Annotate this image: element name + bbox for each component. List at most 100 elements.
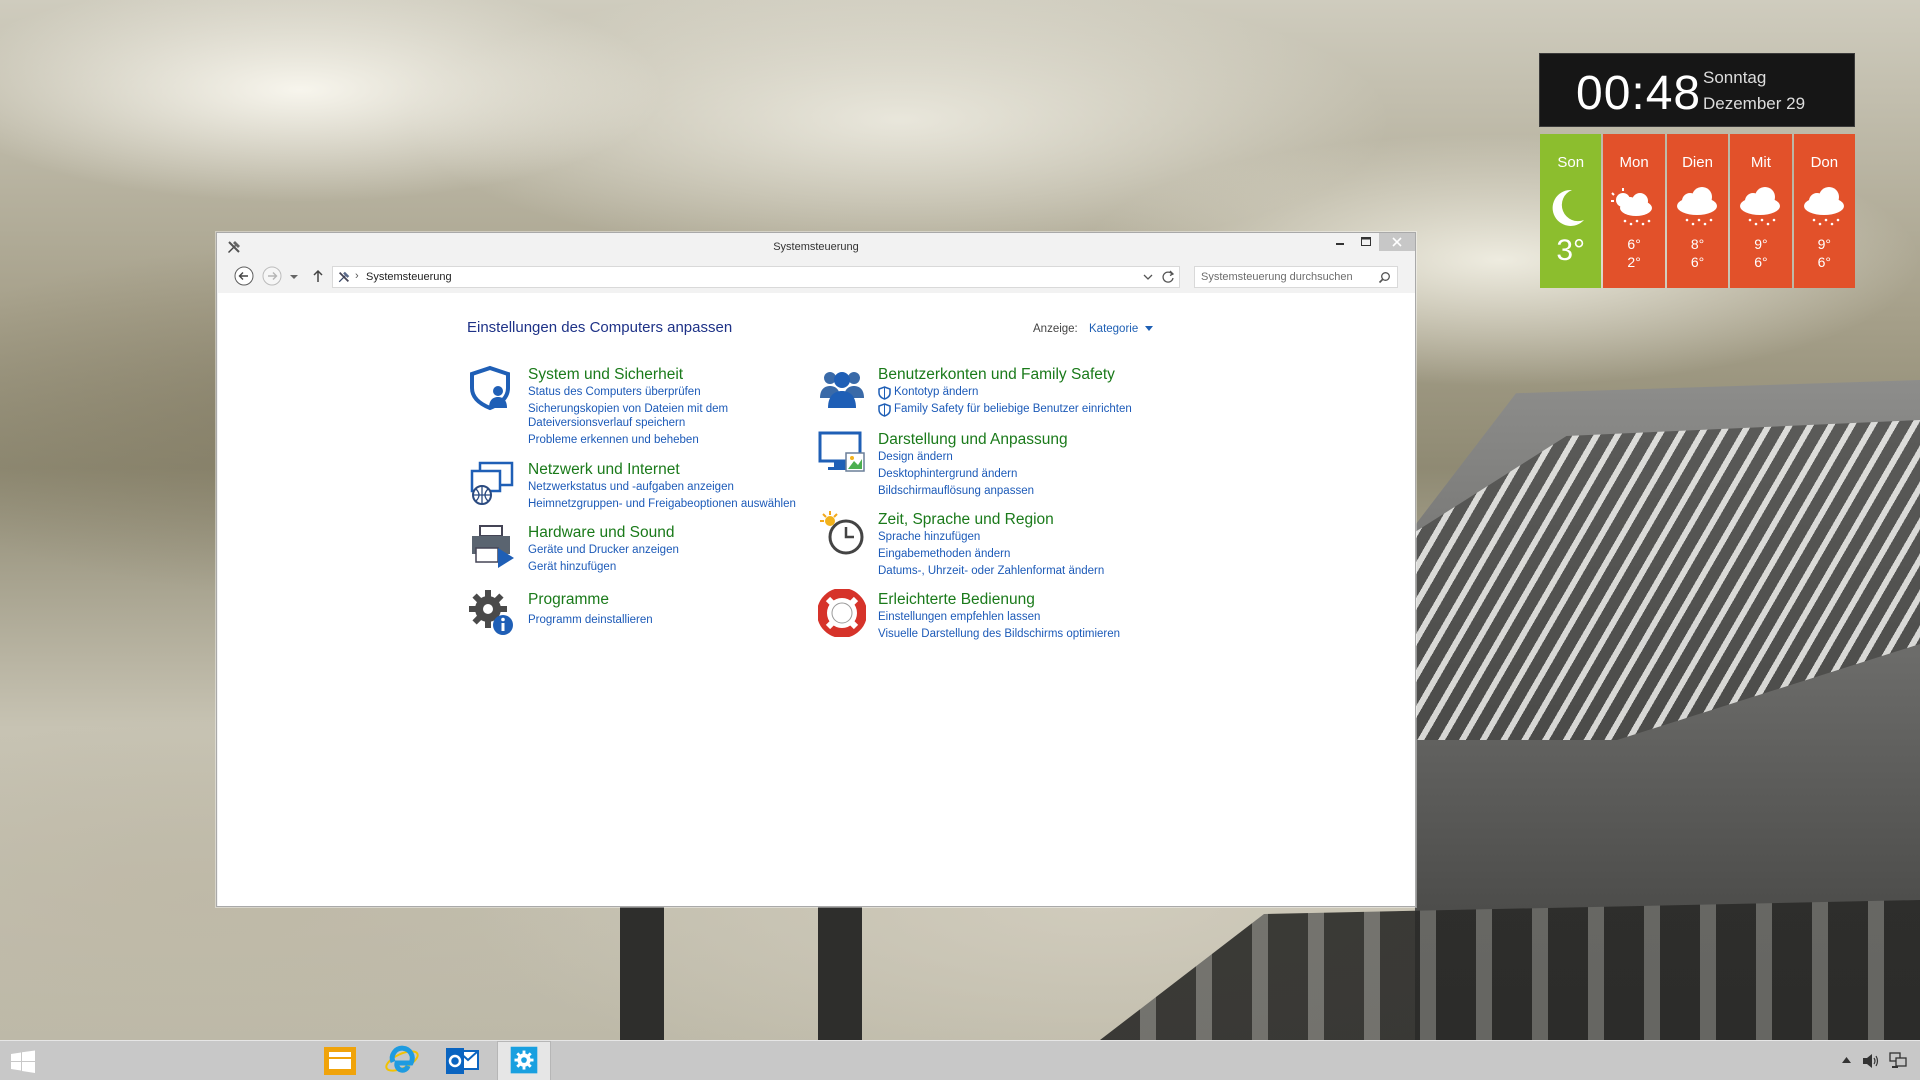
category-link[interactable]: Status des Computers überprüfen	[528, 386, 701, 398]
users-icon[interactable]	[818, 364, 866, 412]
category-network-internet: Netzwerk und Internet Netzwerkstatus und…	[468, 459, 828, 510]
clock-date: Dezember 29	[1703, 94, 1806, 113]
weather-day-name: Mit	[1750, 154, 1771, 171]
category-link[interactable]: Visuelle Darstellung des Bildschirms opt…	[878, 628, 1120, 640]
clock-globe-icon[interactable]	[818, 509, 866, 557]
weather-high: 9°	[1754, 236, 1768, 252]
category-link[interactable]: Programm deinstallieren	[528, 614, 653, 626]
category-link[interactable]: Bildschirmauflösung anpassen	[878, 485, 1034, 497]
close-button[interactable]	[1379, 233, 1415, 251]
window-title: Systemsteuerung	[773, 241, 859, 253]
rain-cloud-icon	[1803, 187, 1844, 226]
minimize-button[interactable]	[1327, 233, 1353, 251]
partly-cloudy-rain-icon	[1611, 188, 1653, 226]
view-by-dropdown[interactable]: Kategorie	[1089, 323, 1138, 335]
rain-cloud-icon	[1676, 187, 1717, 226]
category-title[interactable]: Erleichterte Bedienung	[878, 591, 1035, 609]
weather-high: 9°	[1817, 236, 1832, 252]
weather-day-name: Dien	[1682, 154, 1713, 171]
category-title[interactable]: Programme	[528, 591, 609, 609]
taskbar-file-explorer[interactable]	[313, 1041, 367, 1080]
taskbar-internet-explorer[interactable]	[375, 1041, 429, 1080]
wallpaper-arch	[1100, 900, 1920, 1040]
programs-gear-icon[interactable]	[468, 589, 516, 637]
search-box[interactable]	[1194, 266, 1398, 288]
weather-day-name: Don	[1810, 154, 1839, 171]
weather-day: Mit 9° 6°	[1730, 134, 1792, 288]
category-link[interactable]: Family Safety für beliebige Benutzer ein…	[878, 403, 1132, 417]
category-link[interactable]: Eingabemethoden ändern	[878, 548, 1010, 560]
category-link[interactable]: Sprache hinzufügen	[878, 531, 980, 543]
search-input[interactable]	[1201, 270, 1373, 284]
breadcrumb-item[interactable]: Systemsteuerung	[366, 271, 452, 283]
control-panel-content: Einstellungen des Computers anpassen Anz…	[218, 293, 1415, 906]
category-link-text: Family Safety für beliebige Benutzer ein…	[894, 403, 1132, 415]
clock-widget[interactable]: 00:48 Sonntag Dezember 29	[1539, 53, 1855, 127]
category-title[interactable]: System und Sicherheit	[528, 366, 683, 384]
taskbar-control-panel[interactable]	[497, 1041, 551, 1080]
clock-time: 00:48	[1576, 67, 1702, 120]
weather-high: 8°	[1690, 236, 1705, 252]
category-title[interactable]: Benutzerkonten und Family Safety	[878, 366, 1115, 384]
volume-icon[interactable]	[1862, 1053, 1880, 1069]
lifebuoy-icon[interactable]	[818, 589, 866, 637]
outlook-icon	[446, 1048, 479, 1074]
category-link[interactable]: Netzwerkstatus und -aufgaben anzeigen	[528, 481, 734, 493]
control-panel-icon	[510, 1046, 538, 1074]
category-user-accounts: Benutzerkonten und Family Safety Kontoty…	[818, 364, 1178, 417]
category-title[interactable]: Netzwerk und Internet	[528, 461, 680, 479]
weather-low: 2°	[1627, 254, 1641, 270]
category-title[interactable]: Darstellung und Anpassung	[878, 431, 1068, 449]
chevron-up-icon[interactable]	[1842, 1056, 1851, 1064]
forward-arrow-icon[interactable]	[261, 265, 283, 287]
printer-icon[interactable]	[468, 522, 516, 570]
weather-day: Mon 6° 2°	[1603, 134, 1665, 288]
network-icon[interactable]	[468, 459, 516, 507]
security-shield-icon[interactable]	[468, 364, 516, 412]
category-link[interactable]: Design ändern	[878, 451, 953, 463]
taskbar	[0, 1040, 1920, 1080]
chevron-down-icon[interactable]	[1145, 326, 1153, 332]
chevron-down-icon[interactable]	[1141, 269, 1155, 285]
windows-start-icon[interactable]	[10, 1050, 36, 1074]
weather-low: 6°	[1754, 254, 1768, 270]
category-title[interactable]: Hardware und Sound	[528, 524, 675, 542]
taskbar-outlook[interactable]	[436, 1041, 490, 1080]
maximize-button[interactable]	[1353, 233, 1379, 251]
address-bar[interactable]: › Systemsteuerung	[332, 266, 1180, 288]
wallpaper-pillar	[620, 905, 664, 1040]
clock-day: Sonntag	[1703, 68, 1767, 87]
weather-widget[interactable]: Son 3° Mon 6° 2° Dien 8° 6° Mit 9° 6° Do…	[1540, 134, 1856, 288]
refresh-icon[interactable]	[1160, 269, 1176, 285]
uac-shield-icon	[878, 403, 891, 417]
category-link[interactable]: Gerät hinzufügen	[528, 561, 616, 573]
category-programs: Programme Programm deinstallieren	[468, 589, 788, 639]
category-link[interactable]: Desktophintergrund ändern	[878, 468, 1017, 480]
category-title[interactable]: Zeit, Sprache und Region	[878, 511, 1054, 529]
category-link[interactable]: Sicherungskopien von Dateien mit dem	[528, 403, 728, 415]
category-link[interactable]: Probleme erkennen und beheben	[528, 434, 699, 446]
title-bar[interactable]: Systemsteuerung	[217, 233, 1415, 261]
page-title: Einstellungen des Computers anpassen	[467, 319, 733, 336]
category-link[interactable]: Dateiversionsverlauf speichern	[528, 417, 685, 429]
category-link[interactable]: Geräte und Drucker anzeigen	[528, 544, 679, 556]
category-ease-of-access: Erleichterte Bedienung Einstellungen emp…	[818, 589, 1138, 640]
category-link[interactable]: Einstellungen empfehlen lassen	[878, 611, 1040, 623]
weather-day-name: Son	[1557, 154, 1585, 171]
search-icon[interactable]	[1378, 271, 1391, 284]
display-icon[interactable]	[818, 429, 866, 477]
breadcrumb-separator[interactable]: ›	[355, 270, 359, 282]
back-arrow-icon[interactable]	[233, 265, 255, 287]
category-link[interactable]: Datums-, Uhrzeit- oder Zahlenformat ände…	[878, 565, 1104, 577]
internet-explorer-icon	[385, 1045, 419, 1073]
up-arrow-icon[interactable]	[310, 265, 326, 287]
category-link[interactable]: Heimnetzgruppen- und Freigabeoptionen au…	[528, 498, 796, 510]
moon-icon	[1552, 189, 1584, 226]
weather-low: 6°	[1817, 254, 1832, 270]
category-link[interactable]: Kontotyp ändern	[878, 386, 979, 400]
network-status-icon[interactable]	[1889, 1051, 1907, 1069]
category-link-text: Kontotyp ändern	[894, 386, 979, 398]
recent-locations-icon[interactable]	[287, 265, 301, 287]
view-by-label: Anzeige:	[1033, 323, 1078, 335]
weather-low: 6°	[1690, 254, 1705, 270]
